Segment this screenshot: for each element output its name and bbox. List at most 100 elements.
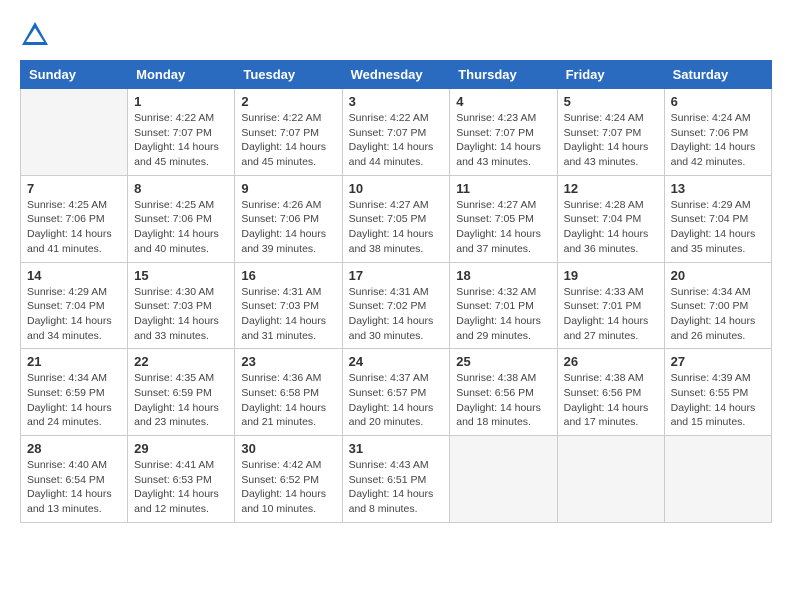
page-header bbox=[20, 20, 772, 50]
calendar-week-row: 1 Sunrise: 4:22 AMSunset: 7:07 PMDayligh… bbox=[21, 89, 772, 176]
day-number: 5 bbox=[564, 94, 658, 109]
calendar-cell bbox=[557, 436, 664, 523]
calendar-cell: 26 Sunrise: 4:38 AMSunset: 6:56 PMDaylig… bbox=[557, 349, 664, 436]
header-wednesday: Wednesday bbox=[342, 61, 450, 89]
day-info: Sunrise: 4:37 AMSunset: 6:57 PMDaylight:… bbox=[349, 371, 444, 430]
calendar-cell: 5 Sunrise: 4:24 AMSunset: 7:07 PMDayligh… bbox=[557, 89, 664, 176]
day-number: 4 bbox=[456, 94, 550, 109]
day-info: Sunrise: 4:28 AMSunset: 7:04 PMDaylight:… bbox=[564, 198, 658, 257]
day-number: 24 bbox=[349, 354, 444, 369]
day-number: 16 bbox=[241, 268, 335, 283]
day-info: Sunrise: 4:27 AMSunset: 7:05 PMDaylight:… bbox=[456, 198, 550, 257]
calendar-cell: 10 Sunrise: 4:27 AMSunset: 7:05 PMDaylig… bbox=[342, 175, 450, 262]
day-info: Sunrise: 4:34 AMSunset: 6:59 PMDaylight:… bbox=[27, 371, 121, 430]
day-info: Sunrise: 4:43 AMSunset: 6:51 PMDaylight:… bbox=[349, 458, 444, 517]
calendar-cell: 8 Sunrise: 4:25 AMSunset: 7:06 PMDayligh… bbox=[128, 175, 235, 262]
day-info: Sunrise: 4:39 AMSunset: 6:55 PMDaylight:… bbox=[671, 371, 765, 430]
day-info: Sunrise: 4:26 AMSunset: 7:06 PMDaylight:… bbox=[241, 198, 335, 257]
day-number: 26 bbox=[564, 354, 658, 369]
calendar-cell: 12 Sunrise: 4:28 AMSunset: 7:04 PMDaylig… bbox=[557, 175, 664, 262]
calendar-cell: 18 Sunrise: 4:32 AMSunset: 7:01 PMDaylig… bbox=[450, 262, 557, 349]
calendar-cell: 24 Sunrise: 4:37 AMSunset: 6:57 PMDaylig… bbox=[342, 349, 450, 436]
calendar-cell: 7 Sunrise: 4:25 AMSunset: 7:06 PMDayligh… bbox=[21, 175, 128, 262]
day-number: 22 bbox=[134, 354, 228, 369]
day-number: 20 bbox=[671, 268, 765, 283]
day-info: Sunrise: 4:27 AMSunset: 7:05 PMDaylight:… bbox=[349, 198, 444, 257]
header-tuesday: Tuesday bbox=[235, 61, 342, 89]
day-number: 13 bbox=[671, 181, 765, 196]
day-number: 9 bbox=[241, 181, 335, 196]
day-number: 29 bbox=[134, 441, 228, 456]
day-number: 8 bbox=[134, 181, 228, 196]
day-info: Sunrise: 4:31 AMSunset: 7:02 PMDaylight:… bbox=[349, 285, 444, 344]
day-info: Sunrise: 4:30 AMSunset: 7:03 PMDaylight:… bbox=[134, 285, 228, 344]
day-info: Sunrise: 4:34 AMSunset: 7:00 PMDaylight:… bbox=[671, 285, 765, 344]
logo-icon bbox=[20, 20, 50, 50]
day-info: Sunrise: 4:29 AMSunset: 7:04 PMDaylight:… bbox=[27, 285, 121, 344]
calendar-cell: 6 Sunrise: 4:24 AMSunset: 7:06 PMDayligh… bbox=[664, 89, 771, 176]
day-number: 18 bbox=[456, 268, 550, 283]
day-number: 17 bbox=[349, 268, 444, 283]
calendar-cell: 19 Sunrise: 4:33 AMSunset: 7:01 PMDaylig… bbox=[557, 262, 664, 349]
calendar-cell: 31 Sunrise: 4:43 AMSunset: 6:51 PMDaylig… bbox=[342, 436, 450, 523]
header-monday: Monday bbox=[128, 61, 235, 89]
calendar-cell: 23 Sunrise: 4:36 AMSunset: 6:58 PMDaylig… bbox=[235, 349, 342, 436]
calendar-cell bbox=[664, 436, 771, 523]
day-number: 2 bbox=[241, 94, 335, 109]
calendar-cell: 25 Sunrise: 4:38 AMSunset: 6:56 PMDaylig… bbox=[450, 349, 557, 436]
day-number: 28 bbox=[27, 441, 121, 456]
day-info: Sunrise: 4:29 AMSunset: 7:04 PMDaylight:… bbox=[671, 198, 765, 257]
header-saturday: Saturday bbox=[664, 61, 771, 89]
day-info: Sunrise: 4:41 AMSunset: 6:53 PMDaylight:… bbox=[134, 458, 228, 517]
day-number: 27 bbox=[671, 354, 765, 369]
calendar-cell: 17 Sunrise: 4:31 AMSunset: 7:02 PMDaylig… bbox=[342, 262, 450, 349]
calendar-cell: 14 Sunrise: 4:29 AMSunset: 7:04 PMDaylig… bbox=[21, 262, 128, 349]
calendar-cell: 27 Sunrise: 4:39 AMSunset: 6:55 PMDaylig… bbox=[664, 349, 771, 436]
day-info: Sunrise: 4:38 AMSunset: 6:56 PMDaylight:… bbox=[456, 371, 550, 430]
calendar-week-row: 14 Sunrise: 4:29 AMSunset: 7:04 PMDaylig… bbox=[21, 262, 772, 349]
day-info: Sunrise: 4:22 AMSunset: 7:07 PMDaylight:… bbox=[349, 111, 444, 170]
day-number: 23 bbox=[241, 354, 335, 369]
calendar-cell: 1 Sunrise: 4:22 AMSunset: 7:07 PMDayligh… bbox=[128, 89, 235, 176]
calendar-cell: 9 Sunrise: 4:26 AMSunset: 7:06 PMDayligh… bbox=[235, 175, 342, 262]
day-info: Sunrise: 4:33 AMSunset: 7:01 PMDaylight:… bbox=[564, 285, 658, 344]
day-info: Sunrise: 4:25 AMSunset: 7:06 PMDaylight:… bbox=[27, 198, 121, 257]
calendar-cell: 21 Sunrise: 4:34 AMSunset: 6:59 PMDaylig… bbox=[21, 349, 128, 436]
day-number: 25 bbox=[456, 354, 550, 369]
day-info: Sunrise: 4:42 AMSunset: 6:52 PMDaylight:… bbox=[241, 458, 335, 517]
calendar-cell: 13 Sunrise: 4:29 AMSunset: 7:04 PMDaylig… bbox=[664, 175, 771, 262]
calendar-header-row: SundayMondayTuesdayWednesdayThursdayFrid… bbox=[21, 61, 772, 89]
day-info: Sunrise: 4:24 AMSunset: 7:07 PMDaylight:… bbox=[564, 111, 658, 170]
day-number: 11 bbox=[456, 181, 550, 196]
day-info: Sunrise: 4:25 AMSunset: 7:06 PMDaylight:… bbox=[134, 198, 228, 257]
calendar-cell bbox=[21, 89, 128, 176]
header-thursday: Thursday bbox=[450, 61, 557, 89]
day-info: Sunrise: 4:36 AMSunset: 6:58 PMDaylight:… bbox=[241, 371, 335, 430]
day-number: 6 bbox=[671, 94, 765, 109]
calendar-cell: 28 Sunrise: 4:40 AMSunset: 6:54 PMDaylig… bbox=[21, 436, 128, 523]
calendar-table: SundayMondayTuesdayWednesdayThursdayFrid… bbox=[20, 60, 772, 523]
calendar-cell: 20 Sunrise: 4:34 AMSunset: 7:00 PMDaylig… bbox=[664, 262, 771, 349]
calendar-cell: 3 Sunrise: 4:22 AMSunset: 7:07 PMDayligh… bbox=[342, 89, 450, 176]
calendar-cell: 29 Sunrise: 4:41 AMSunset: 6:53 PMDaylig… bbox=[128, 436, 235, 523]
calendar-cell bbox=[450, 436, 557, 523]
day-number: 7 bbox=[27, 181, 121, 196]
day-info: Sunrise: 4:22 AMSunset: 7:07 PMDaylight:… bbox=[134, 111, 228, 170]
day-number: 21 bbox=[27, 354, 121, 369]
calendar-cell: 4 Sunrise: 4:23 AMSunset: 7:07 PMDayligh… bbox=[450, 89, 557, 176]
day-info: Sunrise: 4:22 AMSunset: 7:07 PMDaylight:… bbox=[241, 111, 335, 170]
header-sunday: Sunday bbox=[21, 61, 128, 89]
header-friday: Friday bbox=[557, 61, 664, 89]
day-info: Sunrise: 4:40 AMSunset: 6:54 PMDaylight:… bbox=[27, 458, 121, 517]
day-number: 31 bbox=[349, 441, 444, 456]
calendar-cell: 30 Sunrise: 4:42 AMSunset: 6:52 PMDaylig… bbox=[235, 436, 342, 523]
calendar-cell: 2 Sunrise: 4:22 AMSunset: 7:07 PMDayligh… bbox=[235, 89, 342, 176]
calendar-cell: 11 Sunrise: 4:27 AMSunset: 7:05 PMDaylig… bbox=[450, 175, 557, 262]
day-info: Sunrise: 4:38 AMSunset: 6:56 PMDaylight:… bbox=[564, 371, 658, 430]
calendar-cell: 16 Sunrise: 4:31 AMSunset: 7:03 PMDaylig… bbox=[235, 262, 342, 349]
day-number: 14 bbox=[27, 268, 121, 283]
day-number: 30 bbox=[241, 441, 335, 456]
day-info: Sunrise: 4:23 AMSunset: 7:07 PMDaylight:… bbox=[456, 111, 550, 170]
day-info: Sunrise: 4:24 AMSunset: 7:06 PMDaylight:… bbox=[671, 111, 765, 170]
day-number: 3 bbox=[349, 94, 444, 109]
